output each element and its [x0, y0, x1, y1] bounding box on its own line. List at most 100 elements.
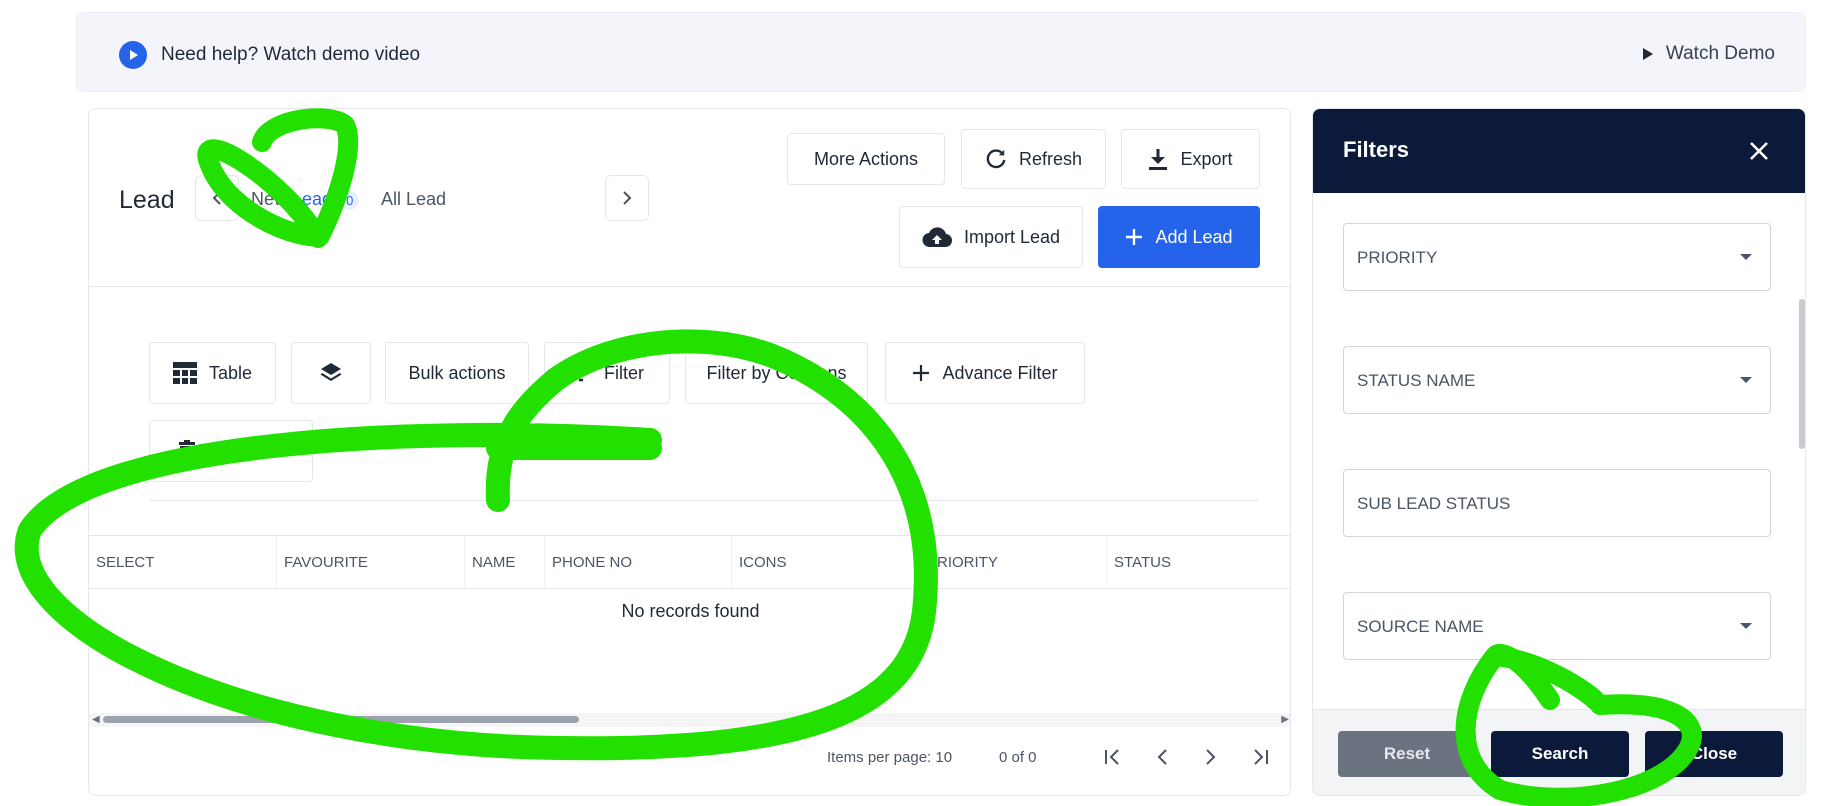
cloud-upload-icon — [922, 227, 952, 248]
import-lead-label: Import Lead — [963, 226, 1061, 247]
chevron-right-icon — [1206, 749, 1216, 765]
import-lead-button[interactable]: Import Lead — [899, 206, 1083, 268]
filters-scrollbar[interactable] — [1799, 299, 1805, 449]
header-divider — [89, 286, 1290, 287]
priority-select[interactable]: PRIORITY — [1343, 223, 1771, 291]
help-text-group[interactable]: Need help? Watch demo video — [119, 41, 420, 69]
items-per-page: Items per page: 10 — [827, 749, 952, 766]
refresh-button[interactable]: Refresh — [961, 129, 1106, 189]
column-header-icons[interactable]: ICONS — [731, 536, 919, 588]
export-label: Export — [1180, 148, 1233, 169]
items-per-page-value[interactable]: 10 — [935, 749, 952, 766]
page: Need help? Watch demo video Watch Demo L… — [0, 0, 1821, 806]
scrollbar-thumb[interactable] — [103, 716, 579, 723]
items-per-page-label: Items per page: — [827, 749, 932, 766]
trash-icon — [178, 440, 195, 462]
help-banner: Need help? Watch demo video Watch Demo — [76, 12, 1806, 92]
filter-label: Filter — [604, 362, 644, 383]
advance-filter-label: Advance Filter — [942, 362, 1058, 383]
help-text: Need help? Watch demo video — [161, 44, 421, 65]
add-lead-button[interactable]: Add Lead — [1098, 206, 1260, 268]
page-title: Lead — [119, 186, 175, 214]
tab-new-lead-count: 0 — [340, 191, 360, 210]
column-header-name[interactable]: NAME — [464, 536, 544, 588]
tab-new-lead[interactable]: New Lead 0 — [251, 189, 360, 210]
tab-all-lead[interactable]: All Lead — [381, 189, 446, 210]
filter-icon — [571, 364, 591, 382]
scroll-left-arrow-icon[interactable]: ◀ — [92, 713, 100, 727]
filters-panel: Filters PRIORITY STATUS NAME SUB LEAD ST… — [1312, 108, 1806, 796]
filter-by-columns-button[interactable]: Filter by Columns — [685, 342, 868, 404]
tab-scroll-right-button[interactable] — [605, 175, 649, 221]
delete-all-label: Delete All — [207, 440, 285, 461]
paginator-range: 0 of 0 — [999, 749, 1037, 766]
plus-icon — [913, 365, 930, 381]
table-icon — [172, 362, 197, 384]
tab-new-lead-label-a: New — [251, 189, 293, 209]
horizontal-scrollbar[interactable]: ◀ ▶ — [89, 713, 1290, 727]
play-icon — [1642, 48, 1653, 60]
refresh-icon — [986, 149, 1006, 169]
export-button[interactable]: Export — [1121, 129, 1260, 189]
scroll-right-arrow-icon[interactable]: ▶ — [1281, 713, 1289, 727]
caret-down-icon — [1740, 377, 1752, 383]
column-header-priority[interactable]: PRIORITY — [919, 536, 1106, 588]
priority-select-label: PRIORITY — [1357, 248, 1438, 267]
caret-down-icon — [1740, 254, 1752, 260]
filters-title: Filters — [1343, 137, 1410, 162]
more-actions-button[interactable]: More Actions — [787, 133, 945, 185]
filters-header: Filters — [1313, 109, 1805, 193]
delete-all-button[interactable]: Delete All — [149, 420, 313, 482]
caret-down-icon — [1740, 623, 1752, 629]
play-circle-icon[interactable] — [119, 41, 147, 69]
chevron-left-icon — [1157, 749, 1167, 765]
status-name-select-label: STATUS NAME — [1357, 371, 1476, 390]
sub-lead-status-input[interactable]: SUB LEAD STATUS — [1343, 469, 1771, 537]
column-header-select[interactable]: SELECT — [89, 536, 276, 588]
add-lead-label: Add Lead — [1155, 226, 1233, 247]
next-page-button[interactable] — [1193, 739, 1229, 775]
table-view-label: Table — [208, 362, 253, 383]
first-page-button[interactable] — [1095, 739, 1131, 775]
filters-footer: Reset Search Close — [1313, 709, 1805, 795]
last-page-icon — [1254, 749, 1268, 765]
layers-button[interactable] — [291, 342, 371, 404]
bulk-actions-button[interactable]: Bulk actions — [385, 342, 529, 404]
watch-demo-link[interactable]: Watch Demo — [1642, 43, 1775, 65]
chevron-right-icon — [623, 191, 632, 205]
download-icon — [1149, 149, 1168, 170]
status-name-select[interactable]: STATUS NAME — [1343, 346, 1771, 414]
reset-button[interactable]: Reset — [1338, 731, 1476, 777]
column-header-phone[interactable]: PHONE NO — [544, 536, 731, 588]
chevron-left-icon — [212, 191, 221, 205]
source-name-select[interactable]: SOURCE NAME — [1343, 592, 1771, 660]
filter-by-columns-label: Filter by Columns — [706, 362, 847, 383]
bulk-actions-label: Bulk actions — [408, 362, 506, 383]
plus-icon — [1126, 229, 1143, 245]
empty-state-text: No records found — [621, 601, 760, 621]
table-view-button[interactable]: Table — [149, 342, 276, 404]
close-icon — [1750, 142, 1768, 160]
watch-demo-label: Watch Demo — [1665, 43, 1775, 64]
more-actions-label: More Actions — [813, 148, 919, 169]
source-name-select-label: SOURCE NAME — [1357, 617, 1484, 636]
table-header: SELECT FAVOURITE NAME PHONE NO ICONS PRI… — [89, 535, 1290, 589]
toolbar-divider — [149, 500, 1259, 501]
advance-filter-button[interactable]: Advance Filter — [885, 342, 1085, 404]
close-button[interactable]: Close — [1645, 731, 1783, 777]
column-header-status[interactable]: STATUS — [1106, 536, 1290, 588]
search-button[interactable]: Search — [1491, 731, 1629, 777]
tab-scroll-left-button[interactable] — [195, 175, 239, 221]
tab-new-lead-label-b: Lead — [292, 189, 333, 209]
filters-close-button[interactable] — [1745, 137, 1773, 165]
column-header-favourite[interactable]: FAVOURITE — [276, 536, 464, 588]
lead-card: Lead New Lead 0 All Lead More Actions Ref… — [88, 108, 1291, 796]
last-page-button[interactable] — [1242, 739, 1278, 775]
refresh-label: Refresh — [1018, 148, 1083, 169]
previous-page-button[interactable] — [1144, 739, 1180, 775]
layers-icon — [320, 363, 342, 381]
sub-lead-status-label: SUB LEAD STATUS — [1357, 494, 1511, 513]
first-page-icon — [1105, 749, 1119, 765]
tab-navigation: New Lead 0 All Lead — [195, 175, 653, 223]
filter-button[interactable]: Filter — [544, 342, 670, 404]
